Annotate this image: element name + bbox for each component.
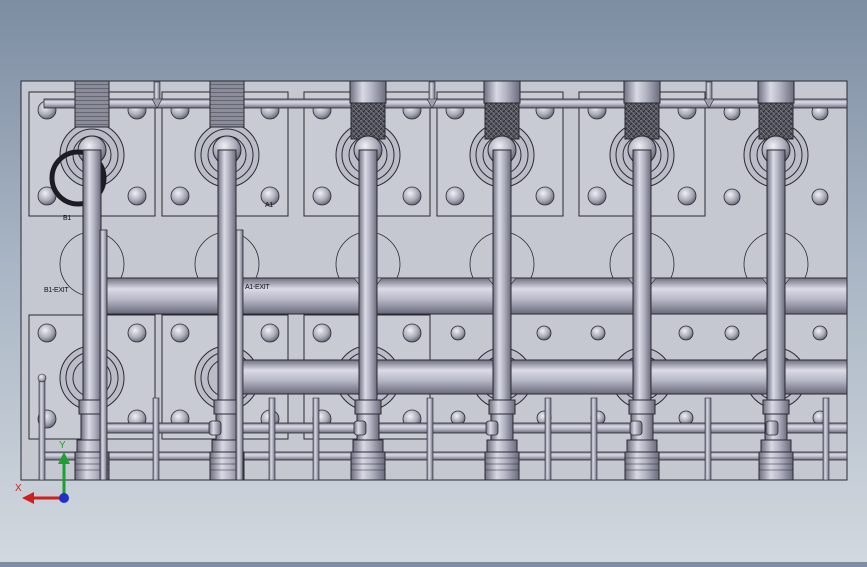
bolt-head <box>587 186 607 206</box>
rail-cap <box>629 420 643 436</box>
fitting-collar <box>483 80 521 104</box>
coordinate-triad-icon: X Y <box>12 440 82 510</box>
threaded-fitting <box>350 102 386 140</box>
bolt-head <box>170 186 190 206</box>
bolt-head <box>37 323 57 343</box>
rail-cap <box>353 420 367 436</box>
bolt-head <box>677 186 697 206</box>
label-b1: B1 <box>63 215 71 222</box>
label-a1-exit: A1-EXIT <box>245 284 270 291</box>
drain-pipe <box>590 397 598 481</box>
drain-pipe <box>312 397 320 481</box>
rail-cap <box>208 420 222 436</box>
drain-pipe <box>152 397 160 481</box>
pipe-collar <box>626 439 658 453</box>
bolt-head <box>811 188 829 206</box>
pipe-collar <box>486 439 518 453</box>
label-a1: A1 <box>265 202 273 209</box>
pipe-coupling <box>628 399 656 415</box>
label-b1-exit: B1-EXIT <box>44 287 69 294</box>
bolt-head <box>724 325 740 341</box>
vertical-pipe <box>632 149 652 411</box>
drain-pipe <box>268 397 276 481</box>
pipe-cap <box>37 373 47 383</box>
pipe-collar <box>352 439 384 453</box>
bolt-head <box>312 186 332 206</box>
vertical-pipe <box>492 149 512 411</box>
vertical-pipe <box>358 149 378 411</box>
drain-pipe <box>822 397 830 481</box>
vertical-pipe <box>766 149 786 411</box>
threaded-fitting <box>209 80 245 128</box>
bolt-head <box>260 323 280 343</box>
bolt-head <box>678 325 694 341</box>
pipe-coupling <box>488 399 516 415</box>
bottom-rail <box>43 451 848 461</box>
bolt-head <box>723 188 741 206</box>
bolt-head <box>535 186 555 206</box>
threaded-fitting <box>74 80 110 128</box>
bolt-head <box>402 186 422 206</box>
vertical-pipe-thin <box>99 229 108 481</box>
fitting-collar <box>623 80 661 104</box>
fitting-collar <box>349 80 387 104</box>
drain-pipe <box>704 397 712 481</box>
vertical-pipe-thin <box>235 229 244 481</box>
pipe-base <box>484 451 520 481</box>
bolt-head <box>170 323 190 343</box>
pipe-base <box>758 451 794 481</box>
bolt-head <box>127 323 147 343</box>
pipe-collar <box>760 439 792 453</box>
threaded-fitting <box>758 102 794 140</box>
triad-y-label: Y <box>59 440 66 451</box>
threaded-fitting <box>624 102 660 140</box>
vertical-pipe <box>217 149 237 411</box>
rail-cap <box>485 420 499 436</box>
bolt-head <box>536 325 552 341</box>
drain-pipe <box>426 397 434 481</box>
bolt-head <box>127 186 147 206</box>
triad-x-label: X <box>15 483 22 494</box>
bolt-head <box>312 323 332 343</box>
vertical-pipe <box>82 149 102 411</box>
threaded-fitting <box>484 102 520 140</box>
fitting-collar <box>757 80 795 104</box>
bolt-head <box>402 323 422 343</box>
pipe-coupling <box>354 399 382 415</box>
pipe-coupling <box>762 399 790 415</box>
rail-cap <box>765 420 779 436</box>
drain-pipe <box>544 397 552 481</box>
pipe-base <box>350 451 386 481</box>
bolt-head <box>812 325 828 341</box>
exit-header-a1 <box>102 277 848 315</box>
bolt-head <box>450 325 466 341</box>
bolt-head <box>445 186 465 206</box>
model-viewport[interactable]: B1 A1 B1-EXIT A1-EXIT X Y <box>0 0 867 562</box>
bolt-head <box>590 325 606 341</box>
exit-header-b1 <box>231 359 848 395</box>
assembly-model[interactable] <box>0 0 867 562</box>
top-rail <box>43 98 848 109</box>
pipe-base <box>624 451 660 481</box>
